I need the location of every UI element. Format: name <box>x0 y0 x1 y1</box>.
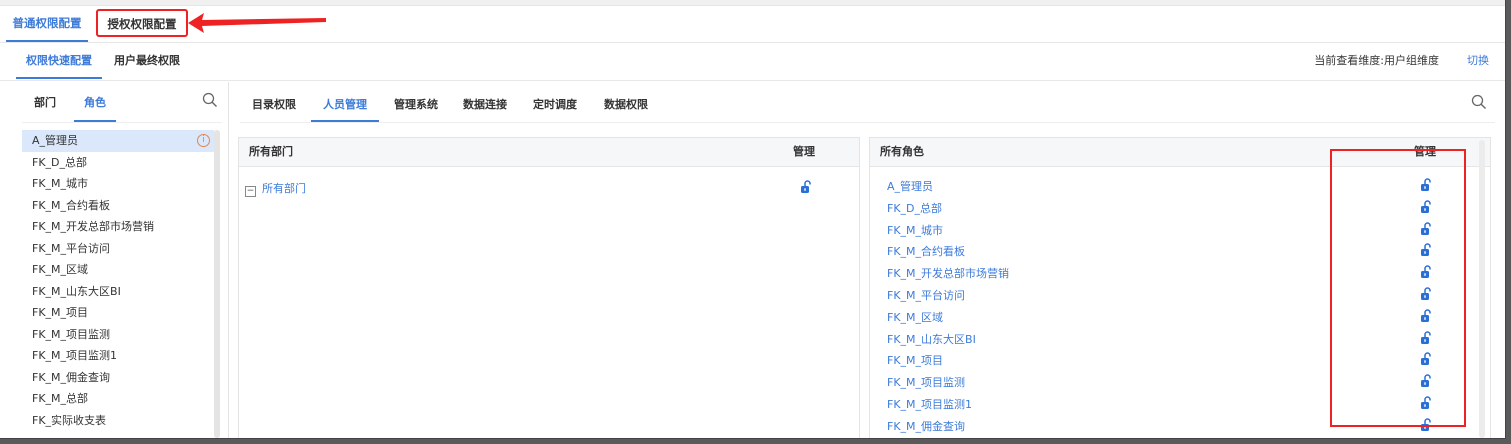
role-row-label[interactable]: FK_M_区域 <box>887 307 943 329</box>
tab-role[interactable]: 角色 <box>74 94 116 122</box>
sub-tabs: 权限快速配置 用户最终权限 当前查看维度:用户组维度 切换 <box>0 44 1505 81</box>
search-icon[interactable] <box>202 92 218 108</box>
column-header-manage: 管理 <box>1414 145 1436 158</box>
unlock-icon[interactable] <box>1420 396 1432 410</box>
unlock-icon[interactable] <box>1420 243 1432 257</box>
role-row-label[interactable]: FK_M_合约看板 <box>887 241 965 263</box>
role-row-label[interactable]: FK_M_项目监测 <box>887 372 965 394</box>
right-tabs: 目录权限 人员管理 管理系统 数据连接 定时调度 数据权限 <box>240 82 1495 123</box>
tree-node-label: 所有部门 <box>262 182 306 195</box>
roles-panel: 所有角色 管理 A_管理员 FK_D_总部 FK_M_城市 FK_M_合约看板 FK_M… <box>869 137 1491 438</box>
scrollbar[interactable] <box>214 130 220 438</box>
role-list-item[interactable]: FK_D_总部 <box>22 152 214 174</box>
tab-data-permission[interactable]: 数据权限 <box>604 96 648 120</box>
role-list-item[interactable]: FK_M_项目监测1 <box>22 345 214 367</box>
unlock-icon[interactable] <box>1420 287 1432 301</box>
tab-data-connection[interactable]: 数据连接 <box>463 96 507 120</box>
role-row-label[interactable]: FK_M_开发总部市场营销 <box>887 263 1009 285</box>
column-header-manage: 管理 <box>793 145 815 158</box>
switch-button[interactable]: 切换 <box>1467 44 1489 77</box>
column-header-name: 所有部门 <box>249 145 293 158</box>
unlock-icon[interactable] <box>1420 418 1432 432</box>
role-list-item[interactable]: FK_实际收支表 <box>22 410 214 432</box>
role-list-item[interactable]: FK_M_总部 <box>22 388 214 410</box>
departments-panel: 所有部门 管理 − 所有部门 <box>238 137 860 438</box>
left-panel: 部门 角色 A_管理员 i FK_D_总部 FK_M_城市 FK_M_合约看板 FK_M_… <box>0 82 229 438</box>
role-list-item[interactable]: FK_M_区域 <box>22 259 214 281</box>
role-row-label[interactable]: FK_M_平台访问 <box>887 285 965 307</box>
role-list-item[interactable]: FK_M_开发总部市场营销 <box>22 216 214 238</box>
role-list-item[interactable]: FK_M_佣金查询 <box>22 367 214 389</box>
role-row-label[interactable]: FK_M_项目 <box>887 350 943 372</box>
unlock-icon[interactable] <box>800 180 812 194</box>
tab-authorization-permission[interactable]: 授权权限配置 <box>96 9 188 37</box>
role-row-label[interactable]: FK_D_总部 <box>887 198 942 220</box>
role-list-item[interactable]: A_管理员 i <box>22 130 214 152</box>
tab-user-final-permission[interactable]: 用户最终权限 <box>114 44 194 77</box>
tab-quick-config[interactable]: 权限快速配置 <box>16 44 102 79</box>
search-icon[interactable] <box>1471 94 1487 110</box>
role-list-item[interactable]: FK_M_平台访问 <box>22 238 214 260</box>
app-window: 普通权限配置 授权权限配置 权限快速配置 用户最终权限 当前查看维度:用户组维度… <box>0 0 1506 439</box>
scrollbar[interactable] <box>1479 140 1485 438</box>
role-row-label[interactable]: A_管理员 <box>887 176 933 198</box>
role-list-item[interactable]: FK_M_项目监测 <box>22 324 214 346</box>
unlock-icon[interactable] <box>1420 330 1432 345</box>
role-list-item[interactable]: FK_M_山东大区BI <box>22 281 214 303</box>
tab-scheduled-dispatch[interactable]: 定时调度 <box>533 96 577 120</box>
tree-node-all-departments[interactable]: − 所有部门 <box>245 180 306 197</box>
column-header-name: 所有角色 <box>880 145 924 158</box>
role-row-label[interactable]: FK_M_项目监测1 <box>887 394 972 416</box>
unlock-icon[interactable] <box>1420 200 1432 214</box>
panel-header: 所有部门 管理 <box>239 138 859 167</box>
unlock-icon[interactable] <box>1420 221 1432 236</box>
role-list-item[interactable]: FK_M_项目 <box>22 302 214 324</box>
role-row-label[interactable]: FK_M_城市 <box>887 220 943 242</box>
tab-department[interactable]: 部门 <box>34 94 56 120</box>
unlock-icon[interactable] <box>1420 374 1432 388</box>
tab-personnel-management[interactable]: 人员管理 <box>311 96 379 122</box>
role-list-item[interactable]: FK_M_城市 <box>22 173 214 195</box>
tab-management-system[interactable]: 管理系统 <box>394 96 438 120</box>
role-row-label[interactable]: FK_M_山东大区BI <box>887 329 976 351</box>
role-row-label[interactable]: FK_M_佣金查询 <box>887 416 965 438</box>
dimension-info: 当前查看维度:用户组维度 <box>1314 54 1439 67</box>
annotation-arrow-icon <box>188 13 326 33</box>
left-tabs: 部门 角色 <box>22 82 222 123</box>
collapse-icon[interactable]: − <box>245 186 256 197</box>
tab-normal-permission[interactable]: 普通权限配置 <box>6 6 88 42</box>
unlock-icon[interactable] <box>1420 265 1432 279</box>
info-icon[interactable]: i <box>197 134 210 147</box>
unlock-icon[interactable] <box>1420 178 1432 192</box>
tab-catalog-permission[interactable]: 目录权限 <box>252 96 296 120</box>
unlock-icon[interactable] <box>1420 352 1432 366</box>
role-list-item[interactable]: FK_M_合约看板 <box>22 195 214 217</box>
unlock-icon[interactable] <box>1420 309 1432 323</box>
panel-header: 所有角色 管理 <box>870 138 1490 167</box>
role-list: A_管理员 i FK_D_总部 FK_M_城市 FK_M_合约看板 FK_M_开发总部市场… <box>22 130 214 431</box>
